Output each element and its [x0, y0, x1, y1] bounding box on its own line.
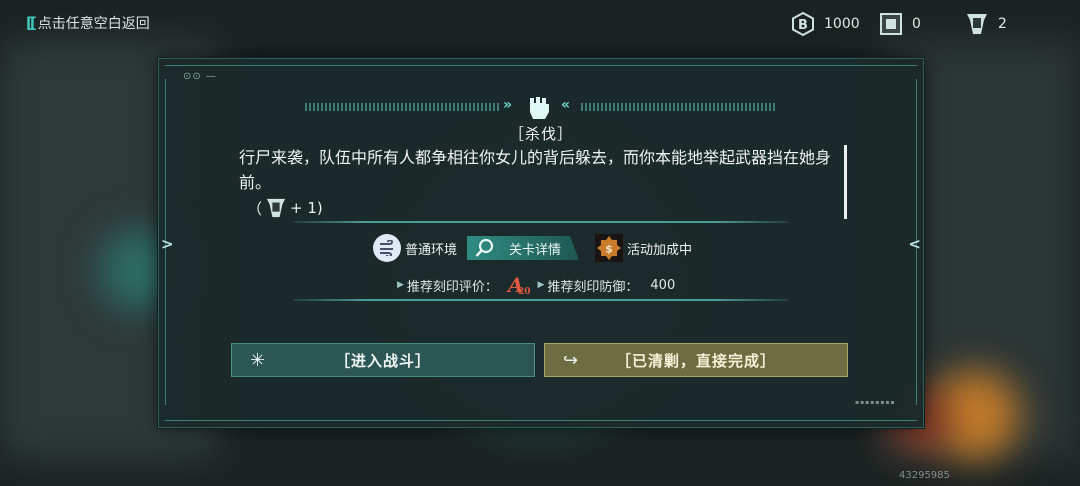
back-label: 点击任意空白返回 [37, 16, 150, 32]
stage-info-row: 普通环境 关卡详情 $ 活动加成中 [373, 233, 692, 263]
coin-b-icon: B [792, 12, 814, 36]
event-bonus-label: 活动加成中 [627, 242, 693, 258]
frame-bottom-line [165, 420, 917, 421]
stage-description: 行尸来袭，队伍中所有人都争相往你女儿的背后躲去，而你本能地举起武器挡在她身前。 [239, 148, 832, 192]
svg-text:B: B [798, 18, 808, 33]
stage-title: ［杀伐］ [508, 125, 573, 143]
quick-complete-button[interactable]: ↪ ［已清剿，直接完成］ [544, 343, 848, 377]
currency-coin: B 1000 [792, 12, 860, 36]
environment-label: 普通环境 [405, 242, 458, 258]
forward-arrow-icon: ↪ [563, 349, 579, 371]
double-bracket-back-icon: [[ [26, 14, 37, 32]
enter-battle-label: ［进入战斗］ [334, 351, 431, 370]
triangle-bullet-icon: ▶ [537, 280, 545, 290]
divider-top [293, 221, 789, 223]
currency-chip: 0 [880, 12, 921, 36]
frame-top-line [165, 65, 917, 66]
back-button[interactable]: [[ 点击任意空白返回 [26, 13, 150, 33]
frame-dots: ⊙⊙ — [183, 71, 217, 82]
right-chevron-icon: < [908, 235, 921, 253]
chevron-right-icon: » [503, 97, 513, 113]
currency-emblem: 2 [966, 12, 1007, 36]
event-bonus-icon: $ [595, 234, 624, 262]
wind-environment-icon [373, 234, 401, 262]
emblem-ticket-icon [266, 198, 286, 218]
fist-icon [530, 97, 549, 119]
header-band: » « [305, 97, 775, 119]
left-chevron-icon: > [161, 235, 174, 253]
burst-icon: ✳ [250, 349, 266, 371]
recommend-defense-label: 推荐刻印防御： [547, 279, 639, 295]
recommendation-row: ▶ 推荐刻印评价： A 20 ▶ 推荐刻印防御： 400 [397, 273, 675, 297]
detail-tab-label: 关卡详情 [509, 242, 562, 258]
reward-amount: + 1) [290, 199, 323, 217]
recommend-defense-value: 400 [650, 277, 676, 293]
magnifier-icon [475, 238, 494, 257]
chip-card-icon [880, 13, 902, 35]
reward-open-paren: （ [247, 199, 263, 218]
svg-text:$: $ [605, 243, 613, 256]
recommend-rating-label: 推荐刻印评价： [406, 279, 498, 295]
description-scrollbar[interactable] [844, 145, 847, 219]
coin-count: 1000 [824, 16, 860, 32]
enter-battle-button[interactable]: ✳ ［进入战斗］ [231, 343, 535, 377]
grade-badge: A 20 [507, 273, 531, 297]
stage-dialog: ⊙⊙ — > < » « ［杀伐］ 行尸来袭，队伍中所有人都争相往你女儿的背后躲… [158, 58, 924, 428]
chevron-left-icon: « [561, 97, 571, 113]
quick-complete-label: ［已清剿，直接完成］ [615, 351, 776, 370]
emblem-count: 2 [998, 16, 1007, 32]
triangle-bullet-icon: ▶ [397, 280, 404, 290]
emblem-ticket-icon [967, 14, 987, 34]
top-bar: [[ 点击任意空白返回 B 1000 0 2 [0, 0, 1080, 50]
divider-bottom [293, 299, 789, 301]
chip-count: 0 [912, 16, 921, 32]
stage-detail-tab[interactable]: 关卡详情 [467, 236, 580, 260]
user-id: 43295985 [899, 470, 950, 481]
tiny-frame-code: ▪▪▪▪▪▪▪▪ [855, 399, 896, 406]
reward-line: （ + 1) [247, 197, 323, 219]
